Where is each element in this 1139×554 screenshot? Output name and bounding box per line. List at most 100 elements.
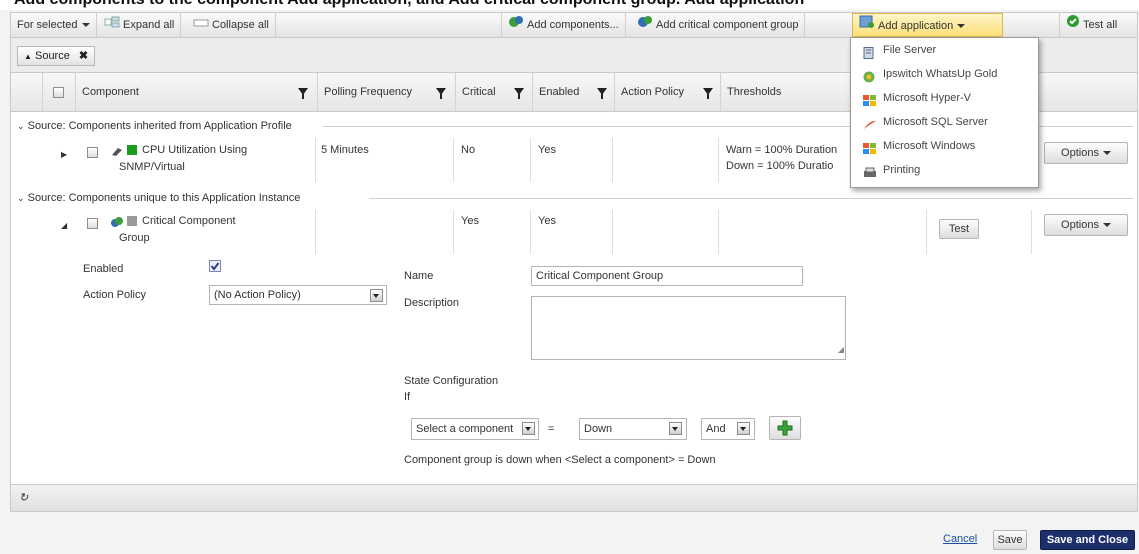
description-label: Description <box>404 297 460 309</box>
name-input-value: Critical Component Group <box>536 270 664 282</box>
name-input[interactable]: Critical Component Group <box>531 266 803 286</box>
state-value: Down <box>584 423 613 435</box>
refresh-icon[interactable]: ↻ <box>19 491 28 504</box>
options-button[interactable]: Options <box>1044 214 1128 236</box>
dropdown-arrow-icon[interactable] <box>522 422 535 435</box>
resize-grip-icon[interactable]: ◢ <box>838 341 844 359</box>
grid-toolbar: For selected Expand all Collapse all Add… <box>10 12 1138 38</box>
group-label: Source: Components unique to this Applic… <box>27 192 301 204</box>
col-divider <box>530 210 531 254</box>
status-indicator <box>127 216 137 226</box>
component-name-line2: SNMP/Virtual <box>119 161 185 173</box>
col-divider <box>612 210 613 254</box>
header-polling-frequency[interactable]: Polling Frequency <box>318 73 456 111</box>
description-textarea[interactable]: ◢ <box>531 296 846 360</box>
menu-item-label: Microsoft SQL Server <box>883 116 988 128</box>
row-checkbox[interactable] <box>87 145 98 160</box>
options-label: Options <box>1061 219 1099 231</box>
select-all-checkbox[interactable] <box>53 86 64 98</box>
add-condition-button[interactable] <box>769 416 801 440</box>
test-button[interactable]: Test <box>939 219 979 239</box>
dropdown-arrow-icon[interactable] <box>737 422 750 435</box>
header-enabled[interactable]: Enabled <box>533 73 615 111</box>
plus-icon <box>777 420 793 436</box>
threshold-warn: Warn = 100% Duration <box>726 144 838 156</box>
save-label: Save <box>997 534 1023 546</box>
add-components-button[interactable]: Add components... <box>501 13 626 37</box>
header-action-policy[interactable]: Action Policy <box>615 73 721 111</box>
row-checkbox[interactable] <box>87 216 98 231</box>
menu-item-windows[interactable]: Microsoft Windows <box>851 134 1038 158</box>
header-critical[interactable]: Critical <box>456 73 533 111</box>
options-label: Options <box>1061 147 1099 159</box>
header-critical-label: Critical <box>462 86 496 98</box>
expand-row-icon[interactable]: ▶ <box>61 147 67 162</box>
add-application-label: Add application <box>878 20 954 32</box>
test-all-button[interactable]: Test all <box>1059 13 1123 37</box>
check-circle-icon <box>1066 13 1080 37</box>
component-name-line1[interactable]: Critical Component <box>142 214 236 229</box>
collapse-all-button[interactable]: Collapse all <box>187 13 276 37</box>
state-dropdown[interactable]: Down <box>579 418 687 440</box>
sort-asc-icon: ▲ <box>24 52 32 61</box>
menu-item-file-server[interactable]: File Server <box>851 38 1038 62</box>
filter-icon[interactable] <box>703 88 713 99</box>
header-polling-label: Polling Frequency <box>324 86 413 98</box>
action-policy-label: Action Policy <box>83 289 146 301</box>
filter-icon[interactable] <box>298 88 308 99</box>
dropdown-arrow-icon[interactable] <box>669 422 682 435</box>
dropdown-arrow-icon[interactable] <box>370 289 383 302</box>
collapse-row-icon[interactable]: ◢ <box>61 218 67 233</box>
enabled-checkbox[interactable] <box>209 260 221 277</box>
component-name-line1[interactable]: CPU Utilization Using <box>142 143 247 158</box>
header-select-all[interactable] <box>43 73 76 111</box>
for-selected-button[interactable]: For selected <box>11 13 97 37</box>
expand-all-button[interactable]: Expand all <box>98 13 182 37</box>
options-button[interactable]: Options <box>1044 142 1128 164</box>
name-label: Name <box>404 270 434 282</box>
logic-dropdown[interactable]: And <box>701 418 755 440</box>
filter-icon[interactable] <box>514 88 524 99</box>
polling-frequency-value: 5 Minutes <box>321 144 369 156</box>
select-component-dropdown[interactable]: Select a component <box>411 418 539 440</box>
collapse-all-icon <box>193 13 209 37</box>
action-policy-select[interactable]: (No Action Policy) <box>209 285 387 305</box>
logic-value: And <box>706 423 726 435</box>
add-application-menu: File Server Ipswitch WhatsUp Gold Micros… <box>850 37 1039 188</box>
cancel-link[interactable]: Cancel <box>943 533 977 545</box>
group-header-inherited[interactable]: ⌄ Source: Components inherited from Appl… <box>17 118 292 134</box>
if-label: If <box>404 391 411 403</box>
header-component[interactable]: Component <box>76 73 318 111</box>
menu-item-printing[interactable]: Printing <box>851 158 1038 182</box>
for-selected-label: For selected <box>17 19 78 31</box>
menu-item-hyper-v[interactable]: Microsoft Hyper-V <box>851 86 1038 110</box>
menu-item-label: File Server <box>883 44 937 56</box>
col-divider <box>1031 210 1032 254</box>
group-chip-source[interactable]: ▲ Source ✖ <box>17 46 96 66</box>
chevron-down-icon <box>1102 223 1111 228</box>
enabled-label: Enabled <box>83 263 124 275</box>
equals-sign: = <box>548 423 555 435</box>
remove-group-icon[interactable]: ✖ <box>79 50 88 62</box>
menu-item-label: Microsoft Windows <box>883 140 976 152</box>
menu-item-whatsup-gold[interactable]: Ipswitch WhatsUp Gold <box>851 62 1038 86</box>
group-divider <box>369 198 1133 199</box>
chevron-down-icon <box>957 24 966 29</box>
col-divider <box>926 210 927 254</box>
filter-icon[interactable] <box>597 88 607 99</box>
menu-item-sql-server[interactable]: Microsoft SQL Server <box>851 110 1038 134</box>
add-critical-group-button[interactable]: Add critical component group <box>631 13 806 37</box>
add-application-button[interactable]: Add application <box>852 13 1003 37</box>
col-divider <box>453 210 454 254</box>
filter-icon[interactable] <box>436 88 446 99</box>
add-components-label: Add components... <box>527 19 619 31</box>
save-and-close-button[interactable]: Save and Close <box>1040 530 1135 550</box>
col-divider <box>612 138 613 182</box>
test-label: Test <box>948 223 970 235</box>
critical-value: No <box>461 144 476 156</box>
enabled-value: Yes <box>538 144 556 156</box>
group-header-unique[interactable]: ⌄ Source: Components unique to this Appl… <box>17 190 300 206</box>
save-button[interactable]: Save <box>993 530 1027 550</box>
clipped-page-heading: Add components to the component Add appl… <box>0 0 1139 10</box>
header-action-policy-label: Action Policy <box>621 86 684 98</box>
